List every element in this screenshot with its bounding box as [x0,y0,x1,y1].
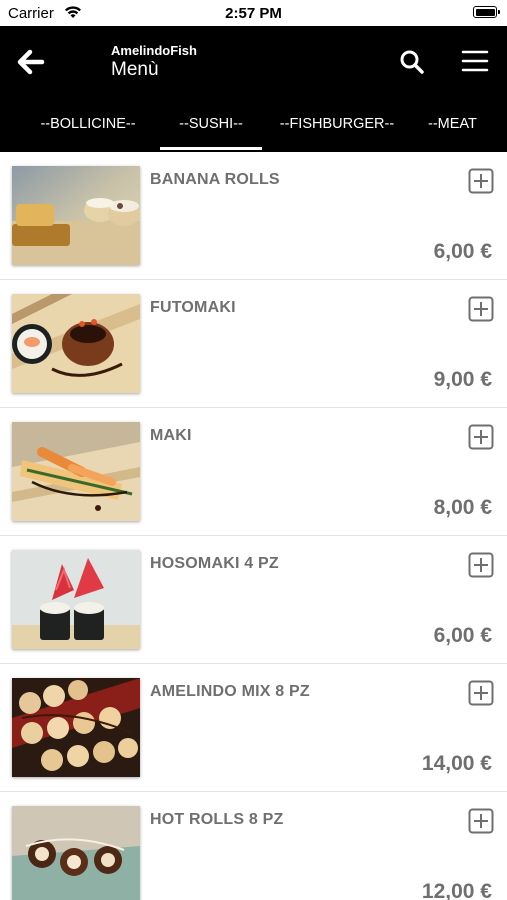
menu-item[interactable]: FUTOMAKI 9,00 € [0,280,507,408]
add-square-icon [468,808,494,834]
tab-sushi[interactable]: --SUSHI-- [160,112,262,150]
clock: 2:57 PM [225,5,282,22]
add-button[interactable] [468,424,494,450]
item-price: 12,00 € [421,880,492,900]
item-photo [12,294,140,393]
selected-tab-indicator [160,147,262,150]
add-button[interactable] [468,680,494,706]
add-square-icon [468,424,494,450]
item-photo [12,678,140,777]
search-button[interactable] [398,48,426,76]
item-photo [12,806,140,900]
item-price: 6,00 € [433,240,492,263]
item-name: HOT ROLLS 8 PZ [150,811,284,828]
add-square-icon [468,296,494,322]
tab-bollicine[interactable]: --BOLLICINE-- [30,112,146,150]
add-button[interactable] [468,296,494,322]
add-square-icon [468,168,494,194]
add-button[interactable] [468,808,494,834]
add-square-icon [468,552,494,578]
item-price: 6,00 € [433,624,492,647]
category-tabs: --BOLLICINE-- --SUSHI-- --FISHBURGER-- -… [0,112,507,152]
menu-item[interactable]: HOSOMAKI 4 PZ 6,00 € [0,536,507,664]
item-price: 9,00 € [433,368,492,391]
add-square-icon [468,680,494,706]
item-price: 14,00 € [421,752,492,775]
app-name: AmelindoFish [111,43,197,58]
app-header: AmelindoFish Menù --BOLLICINE-- --SUSHI-… [0,26,507,152]
menu-item[interactable]: BANANA ROLLS 6,00 € [0,152,507,280]
tab-meat[interactable]: --MEAT [428,112,507,150]
page-title: Menù [111,59,159,80]
item-name: MAKI [150,427,192,444]
menu-item[interactable]: MAKI 8,00 € [0,408,507,536]
item-name: HOSOMAKI 4 PZ [150,555,279,572]
item-price: 8,00 € [433,496,492,519]
item-name: AMELINDO MIX 8 PZ [150,683,310,700]
menu-button[interactable] [460,46,490,76]
item-name: BANANA ROLLS [150,171,280,188]
tab-fishburger[interactable]: --FISHBURGER-- [272,112,402,150]
item-photo [12,422,140,521]
menu-item[interactable]: HOT ROLLS 8 PZ 12,00 € [0,792,507,900]
hamburger-menu-icon [461,50,489,72]
item-photo [12,166,140,265]
add-button[interactable] [468,168,494,194]
back-button[interactable] [16,46,48,78]
search-icon [400,50,424,74]
add-button[interactable] [468,552,494,578]
menu-list: BANANA ROLLS 6,00 € FUTOMAKI 9,00 € MAKI… [0,152,507,900]
menu-item[interactable]: AMELINDO MIX 8 PZ 14,00 € [0,664,507,792]
item-photo [12,550,140,649]
status-bar: Carrier 2:57 PM [0,0,507,26]
battery-icon [473,6,500,18]
back-arrow-icon [17,49,45,75]
item-name: FUTOMAKI [150,299,236,316]
